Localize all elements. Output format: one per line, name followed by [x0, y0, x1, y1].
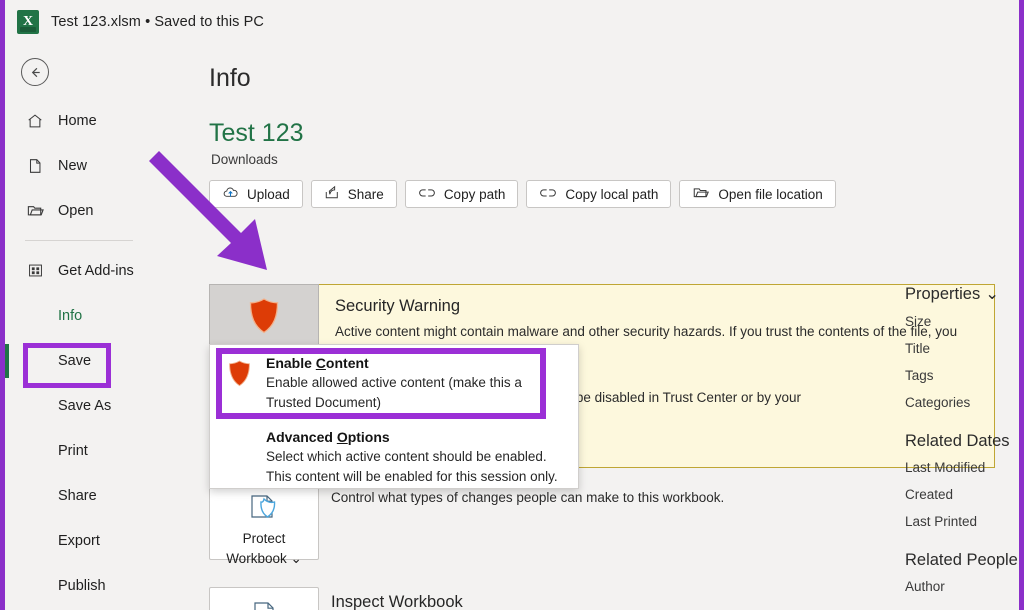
menu-item-text-wrap: Enable Content Enable allowed active con… — [266, 355, 564, 413]
sidebar-item-label: New — [58, 157, 88, 174]
sidebar-item-label: Save — [58, 352, 92, 369]
inspect-document-icon — [247, 598, 281, 610]
related-people-heading: Related People — [905, 551, 1018, 569]
copy-path-button[interactable]: Copy path — [404, 180, 519, 208]
share-icon — [324, 185, 340, 203]
menu-item-title: Enable Content — [266, 355, 369, 371]
page-title: Info — [209, 64, 251, 92]
property-row-title[interactable]: Title — [905, 341, 1024, 356]
properties-panel: Properties ⌄ Size Title Tags Categories … — [905, 284, 1024, 606]
file-name: Test 123 — [209, 119, 304, 147]
excel-backstage-window: X Test 123.xlsm • Saved to this PC Home — [0, 0, 1024, 610]
property-row-created[interactable]: Created — [905, 487, 1024, 502]
property-row-last-printed[interactable]: Last Printed — [905, 514, 1024, 529]
sidebar-item-save-as[interactable]: Save As — [5, 383, 153, 428]
button-label: Copy path — [443, 186, 506, 202]
chevron-down-icon: ⌄ — [290, 551, 302, 566]
protect-workbook-label-line1: Protect — [242, 531, 286, 546]
property-row-author[interactable]: Author — [905, 579, 1024, 594]
sidebar-item-label: Share — [58, 487, 97, 504]
inspect-workbook-button[interactable] — [209, 587, 319, 610]
cloud-upload-icon — [222, 185, 239, 203]
property-row-tags[interactable]: Tags — [905, 368, 1024, 383]
sidebar-item-open[interactable]: Open — [5, 188, 153, 233]
sidebar-item-label: Home — [58, 112, 97, 129]
button-label: Copy local path — [565, 186, 659, 202]
sidebar-item-home[interactable]: Home — [5, 98, 153, 143]
backstage-sidebar: Home New Open Get Add-ins Info Save Save… — [5, 44, 153, 610]
sidebar-item-share[interactable]: Share — [5, 473, 153, 518]
folder-icon — [692, 185, 710, 203]
menu-item-description: Enable allowed active content (make this… — [266, 375, 522, 410]
sidebar-item-save[interactable]: Save — [5, 338, 153, 383]
menu-item-text-wrap: Advanced Options Select which active con… — [266, 429, 564, 487]
enable-content-dropdown-menu: Enable Content Enable allowed active con… — [209, 344, 579, 489]
menu-item-description: Select which active content should be en… — [266, 449, 558, 484]
menu-item-title: Advanced Options — [266, 429, 390, 445]
sidebar-item-publish[interactable]: Publish — [5, 563, 153, 608]
related-dates-heading: Related Dates — [905, 432, 1010, 450]
link-icon — [418, 186, 436, 203]
add-ins-grid-icon — [25, 261, 45, 281]
copy-local-path-button[interactable]: Copy local path — [526, 180, 672, 208]
security-warning-heading: Security Warning — [335, 297, 461, 315]
open-folder-icon — [25, 201, 45, 221]
new-document-icon — [25, 156, 45, 176]
link-icon — [539, 186, 557, 203]
sidebar-divider — [25, 240, 133, 241]
excel-icon: X — [17, 10, 39, 34]
sidebar-item-label: Info — [58, 307, 83, 324]
property-row-last-modified[interactable]: Last Modified — [905, 460, 1024, 475]
inspect-workbook-heading-wrap: Inspect Workbook — [331, 587, 463, 610]
menu-item-enable-content[interactable]: Enable Content Enable allowed active con… — [210, 345, 578, 421]
inspect-workbook-section: Inspect Workbook — [209, 587, 463, 610]
sidebar-item-label: Get Add-ins — [58, 262, 134, 279]
backstage-main: Info Test 123 Downloads Upload Share Cop… — [153, 44, 1019, 610]
sidebar-item-label: Publish — [58, 577, 106, 594]
file-location: Downloads — [211, 152, 278, 167]
sidebar-item-new[interactable]: New — [5, 143, 153, 188]
property-row-size[interactable]: Size — [905, 314, 1024, 329]
protect-workbook-label-line2: Workbook ⌄ — [226, 551, 302, 566]
menu-item-advanced-options[interactable]: Advanced Options Select which active con… — [210, 421, 578, 495]
back-arrow-icon[interactable] — [21, 58, 49, 86]
open-file-location-button[interactable]: Open file location — [679, 180, 836, 208]
share-button[interactable]: Share — [310, 180, 397, 208]
button-label: Upload — [247, 186, 290, 202]
sidebar-item-label: Export — [58, 532, 100, 549]
sidebar-item-label: Print — [58, 442, 88, 459]
sidebar-item-export[interactable]: Export — [5, 518, 153, 563]
properties-heading[interactable]: Properties ⌄ — [905, 284, 1024, 304]
shield-icon — [247, 297, 281, 340]
home-icon — [25, 111, 45, 131]
shield-icon — [224, 355, 254, 413]
sidebar-item-print[interactable]: Print — [5, 428, 153, 473]
protect-workbook-icon — [247, 492, 281, 527]
sidebar-item-info[interactable]: Info — [5, 293, 153, 338]
title-bar: X Test 123.xlsm • Saved to this PC — [5, 0, 1019, 44]
sidebar-item-label: Save As — [58, 397, 112, 414]
button-label: Share — [347, 186, 384, 202]
upload-button[interactable]: Upload — [209, 180, 303, 208]
button-label: Open file location — [718, 186, 823, 202]
chevron-down-icon: ⌄ — [985, 285, 1000, 303]
inspect-workbook-heading: Inspect Workbook — [331, 593, 463, 610]
document-title: Test 123.xlsm • Saved to this PC — [51, 14, 264, 30]
sidebar-item-get-add-ins[interactable]: Get Add-ins — [5, 248, 153, 293]
file-action-buttons: Upload Share Copy path Copy local path O… — [209, 180, 1019, 208]
sidebar-item-label: Open — [58, 202, 94, 219]
property-row-categories[interactable]: Categories — [905, 395, 1024, 410]
